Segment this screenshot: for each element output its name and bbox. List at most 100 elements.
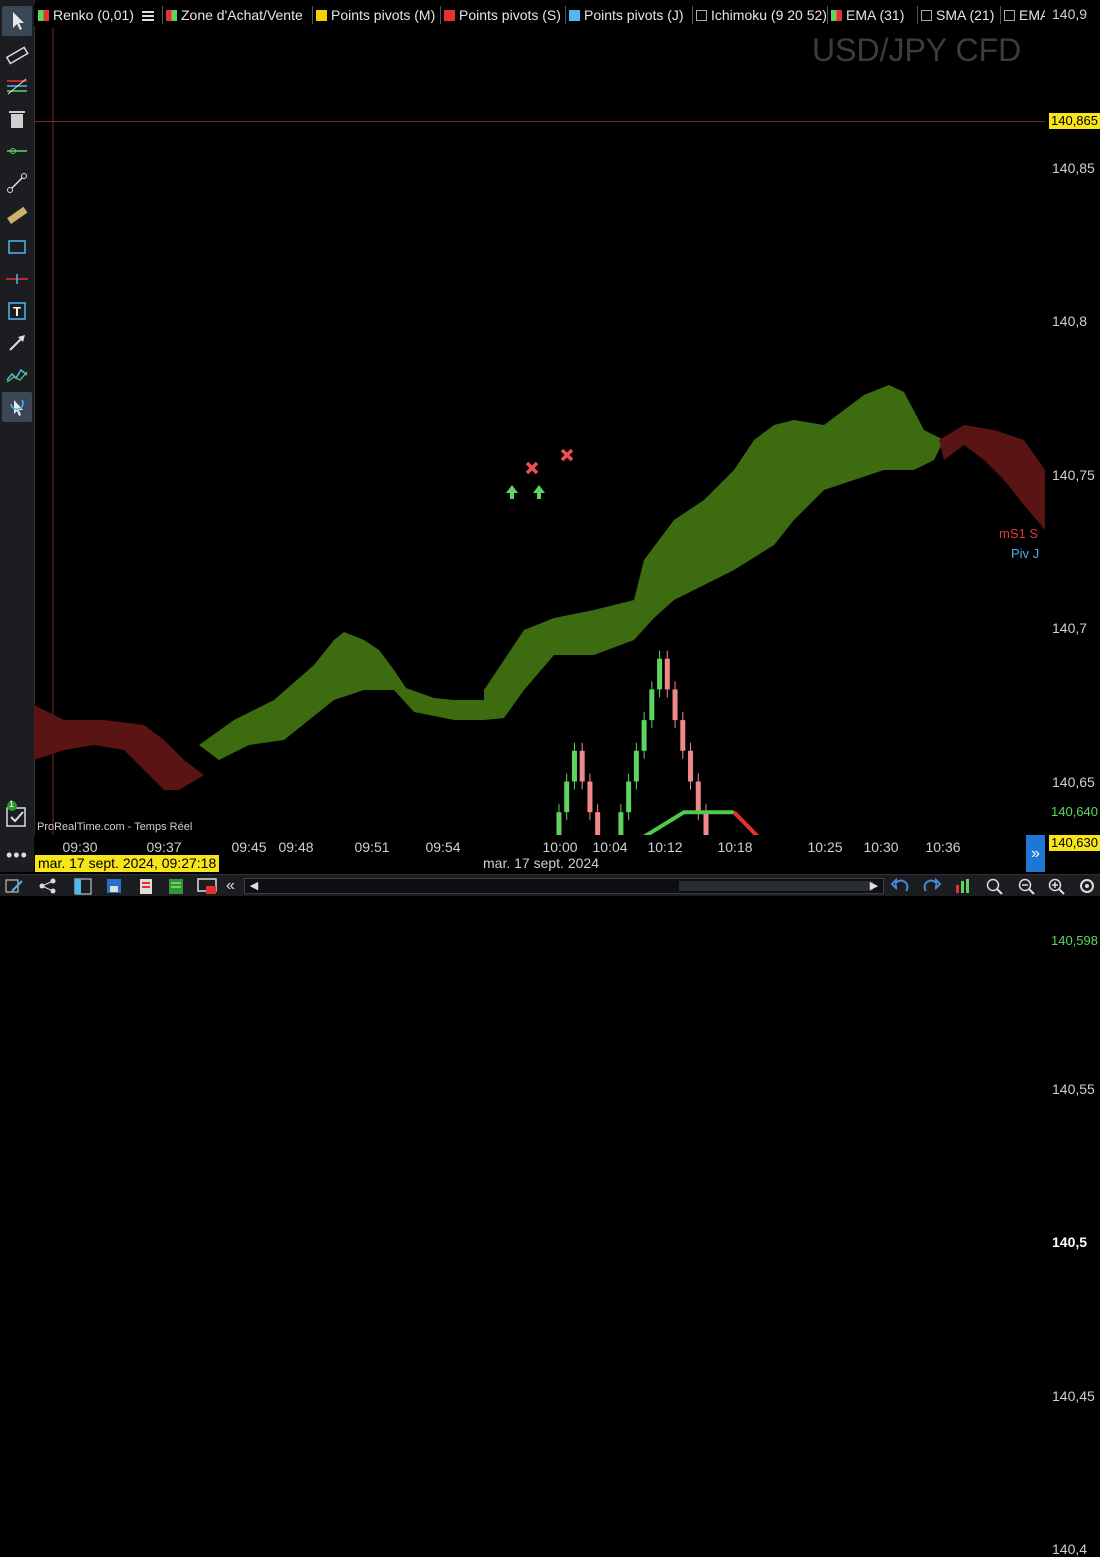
draw-tool-icon[interactable]	[4, 877, 28, 895]
zoom-fit-icon[interactable]	[984, 877, 1006, 895]
rectangle-icon[interactable]	[2, 232, 32, 262]
scroll-right-arrow-icon[interactable]: ▶	[867, 879, 881, 893]
time-tick-label: 09:45	[231, 839, 267, 855]
redo-icon[interactable]	[920, 877, 942, 895]
indicator-label: EMA (	[1019, 7, 1045, 23]
renko-candle	[657, 658, 663, 690]
ruler-icon[interactable]	[2, 40, 32, 70]
indicator-legend-bar: Renko (0,01) Zone d'Achat/Vente Points piv…	[34, 4, 1045, 26]
price-tick-label: 140,85	[1052, 159, 1095, 176]
price-tick-label: 140,75	[1052, 466, 1095, 483]
indicator-label: Ichimoku (9 20 52)	[711, 7, 827, 23]
horizontal-line-icon[interactable]	[2, 136, 32, 166]
horizontal-scrollbar[interactable]: ◀ ▶	[244, 878, 884, 894]
undo-cursor-icon[interactable]	[2, 392, 32, 422]
indicator-separator	[827, 6, 828, 24]
indicator-swatch	[569, 10, 580, 21]
positions-icon[interactable]	[166, 877, 188, 895]
price-tick-label: 140,65	[1052, 773, 1095, 790]
left-toolbar: T 1 •••	[0, 0, 35, 872]
indicator-icon[interactable]	[2, 360, 32, 390]
horizontal-ray-icon[interactable]	[2, 264, 32, 294]
renko-candle	[641, 720, 647, 751]
indicator-swatch	[166, 10, 177, 21]
renko-candle	[579, 750, 585, 782]
ema-line-down	[732, 810, 760, 835]
orders-icon[interactable]	[136, 877, 158, 895]
arrow-icon[interactable]	[2, 328, 32, 358]
data-source-label: ProRealTime.com - Temps Réel	[37, 821, 193, 833]
zoom-in-icon[interactable]	[1046, 877, 1068, 895]
price-tick-label: 140,55	[1052, 1080, 1095, 1097]
measure-icon[interactable]	[2, 200, 32, 230]
time-tick-label: 10:18	[717, 839, 753, 855]
pivot-label-piv: Piv J	[1011, 546, 1040, 561]
alert-count: 1	[9, 799, 15, 809]
indicator-label: Zone d'Achat/Vente	[181, 7, 303, 23]
renko-candle	[595, 812, 601, 835]
price-tag: 140,598	[1049, 933, 1100, 950]
screen-icon[interactable]	[196, 877, 220, 895]
scrollbar-thumb[interactable]	[679, 881, 873, 891]
svg-text:T: T	[13, 304, 21, 319]
indicator-swatch	[38, 10, 49, 21]
indicator-label: Renko (0,01)	[53, 7, 134, 23]
ichimoku-cloud-bear	[939, 425, 1045, 530]
scroll-left-arrow-icon[interactable]: ◀	[247, 879, 261, 893]
trend-line-icon[interactable]	[2, 168, 32, 198]
price-tag: 140,640	[1049, 804, 1100, 821]
time-tick-label: 10:04	[592, 839, 628, 855]
chart-settings-icon[interactable]	[1076, 877, 1098, 895]
alert-icon[interactable]: 1	[4, 799, 30, 830]
fibonacci-icon[interactable]	[2, 72, 32, 102]
indicator-separator	[312, 6, 313, 24]
renko-candle	[633, 750, 639, 782]
renko-candle	[587, 781, 593, 813]
instrument-watermark: USD/JPY CFD	[812, 32, 1022, 68]
price-tick-label: 140,5	[1052, 1234, 1088, 1250]
time-tick-label: 10:36	[925, 839, 961, 855]
time-tick-label: 09:30	[62, 839, 98, 855]
ema-line-up	[643, 810, 734, 835]
ichimoku-cloud-bear	[34, 705, 204, 790]
price-tag: 140,630	[1049, 834, 1100, 851]
ichimoku-cloud-bull	[199, 632, 504, 760]
share-icon[interactable]	[38, 877, 58, 895]
undo-icon[interactable]	[890, 877, 912, 895]
price-tick-label: 140,45	[1052, 1387, 1095, 1404]
window-layout-icon[interactable]	[72, 877, 94, 895]
trash-icon[interactable]	[2, 104, 32, 134]
renko-candle	[571, 750, 577, 782]
session-date: mar. 17 sept. 2024	[483, 855, 599, 871]
indicator-swatch	[444, 10, 455, 21]
pivot-label-ms1: mS1 S	[999, 526, 1039, 541]
cursor-datetime: mar. 17 sept. 2024, 09:27:18	[35, 855, 220, 872]
text-icon[interactable]: T	[2, 296, 32, 326]
indicator-label: Points pivots (J)	[584, 7, 684, 23]
time-tick-label: 10:12	[647, 839, 683, 855]
renko-candle	[672, 689, 678, 721]
autoscale-icon[interactable]	[952, 877, 976, 895]
indicator-label: SMA (21)	[936, 7, 995, 23]
pointer-icon[interactable]	[2, 6, 32, 36]
renko-candle	[703, 812, 709, 835]
zoom-out-icon[interactable]	[1016, 877, 1038, 895]
renko-candle	[695, 781, 701, 813]
indicator-separator	[565, 6, 566, 24]
save-layout-icon[interactable]	[104, 877, 126, 895]
indicator-separator	[440, 6, 441, 24]
time-tick-label: 10:25	[807, 839, 843, 855]
price-tick-label: 140,8	[1052, 313, 1088, 329]
indicator-menu-icon[interactable]	[142, 9, 154, 21]
price-chart[interactable]	[34, 28, 1045, 835]
time-tick-label: 09:48	[278, 839, 314, 855]
collapse-left-icon[interactable]: «	[226, 877, 235, 895]
scroll-right-button[interactable]: »	[1026, 835, 1045, 872]
bottom-toolbar: « ◀ ▶	[0, 874, 1100, 896]
renko-candle	[618, 812, 624, 835]
price-axis[interactable]: 140,9 140,85 140,8 140,75 140,7 140,65 140,55 1…	[1045, 0, 1100, 1557]
renko-candle	[564, 781, 570, 813]
more-icon[interactable]: •••	[6, 845, 28, 866]
indicator-separator	[1000, 6, 1001, 24]
price-tick-label: 140,4	[1052, 1541, 1088, 1557]
